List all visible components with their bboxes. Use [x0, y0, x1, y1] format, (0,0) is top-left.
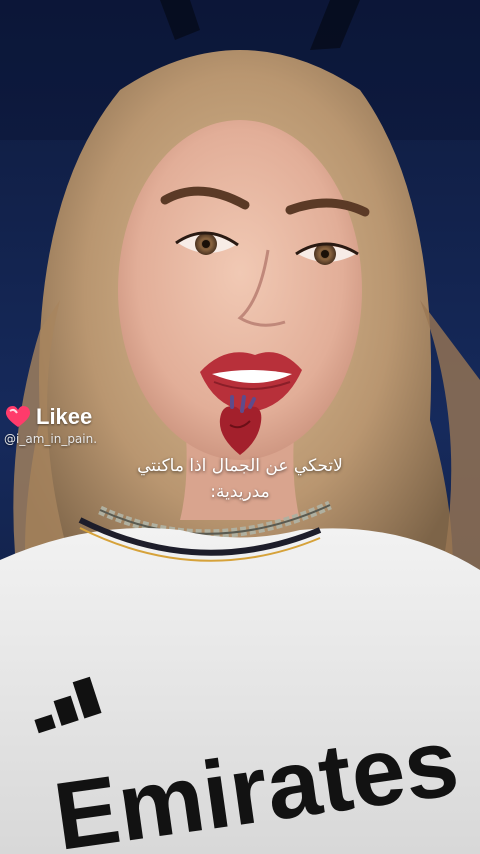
football-shirt: Emirates [0, 517, 480, 854]
likee-watermark: Likee @i_am_in_pain. [4, 404, 97, 446]
caption-text: لاتحكي عن الجمال اذا ماكنتي مدريدية: [110, 453, 370, 505]
heart-icon [5, 406, 31, 427]
likee-brand-label: Likee [36, 404, 93, 429]
likee-brand-row: Likee [4, 404, 92, 430]
username-label: @i_am_in_pain. [4, 432, 98, 446]
caption-line-1: لاتحكي عن الجمال اذا ماكنتي [137, 456, 343, 476]
video-frame: Emirates Likee @i_am_in_pain. لاتحكي عن … [0, 0, 480, 854]
caption-line-2: مدريدية: [210, 482, 270, 502]
